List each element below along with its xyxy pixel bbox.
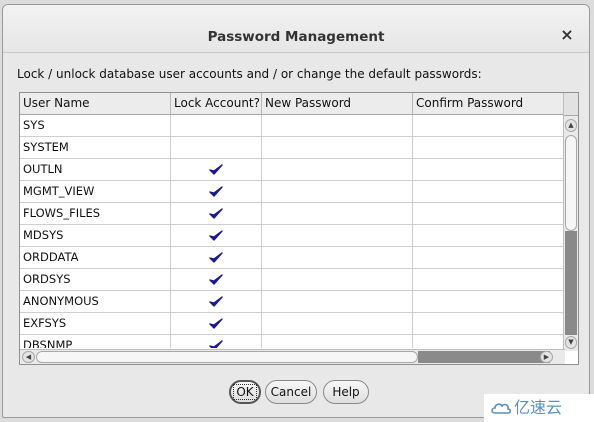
new-password-field[interactable] — [262, 335, 413, 348]
user-name-cell: SYS — [20, 115, 171, 136]
new-password-field[interactable] — [262, 247, 413, 268]
table-row[interactable]: OUTLN — [20, 159, 565, 181]
lock-account-checkbox[interactable] — [171, 137, 262, 158]
scroll-right-arrow-icon[interactable]: ▶ — [540, 351, 553, 363]
confirm-password-field[interactable] — [413, 269, 565, 290]
lock-account-checkbox[interactable] — [171, 291, 262, 312]
dialog-title: Password Management — [207, 29, 385, 45]
user-name-cell: ORDSYS — [20, 269, 171, 290]
user-name-cell: EXFSYS — [20, 313, 171, 334]
lock-account-checkbox[interactable] — [171, 269, 262, 290]
checkmark-icon — [209, 207, 223, 219]
checkmark-icon — [209, 251, 223, 263]
confirm-password-field[interactable] — [413, 115, 565, 136]
lock-account-checkbox[interactable] — [171, 159, 262, 180]
confirm-password-field[interactable] — [413, 137, 565, 158]
lock-account-checkbox[interactable] — [171, 313, 262, 334]
confirm-password-field[interactable] — [413, 203, 565, 224]
user-name-cell: SYSTEM — [20, 137, 171, 158]
checkmark-icon — [209, 273, 223, 285]
checkmark-icon — [209, 295, 223, 307]
column-header-confirm-password[interactable]: Confirm Password — [413, 93, 565, 114]
scroll-down-arrow-icon[interactable]: ▼ — [565, 336, 577, 349]
confirm-password-field[interactable] — [413, 181, 565, 202]
table-row[interactable]: SYS — [20, 115, 565, 137]
vertical-scroll-thumb[interactable] — [565, 135, 577, 231]
cancel-button[interactable]: Cancel — [265, 380, 317, 404]
horizontal-scroll-track[interactable] — [418, 351, 550, 363]
new-password-field[interactable] — [262, 181, 413, 202]
confirm-password-field[interactable] — [413, 159, 565, 180]
checkmark-icon — [209, 229, 223, 241]
close-icon[interactable]: × — [559, 27, 575, 43]
watermark-logo: 亿速云 — [484, 394, 594, 422]
table-row[interactable]: DBSNMP — [20, 335, 565, 348]
help-button[interactable]: Help — [323, 380, 369, 404]
user-name-cell: DBSNMP — [20, 335, 171, 348]
table-row[interactable]: FLOWS_FILES — [20, 203, 565, 225]
title-bar: Password Management × — [3, 5, 589, 53]
vertical-scroll-track[interactable] — [565, 231, 577, 335]
table-row[interactable]: EXFSYS — [20, 313, 565, 335]
user-name-cell: ANONYMOUS — [20, 291, 171, 312]
checkmark-icon — [209, 339, 223, 348]
new-password-field[interactable] — [262, 291, 413, 312]
column-header-lock-account[interactable]: Lock Account? — [171, 93, 262, 114]
lock-account-checkbox[interactable] — [171, 247, 262, 268]
new-password-field[interactable] — [262, 137, 413, 158]
checkmark-icon — [209, 185, 223, 197]
user-name-cell: ORDDATA — [20, 247, 171, 268]
cloud-icon — [491, 403, 512, 414]
column-header-user-name[interactable]: User Name — [20, 93, 171, 114]
vertical-scrollbar[interactable]: ▲ ▼ — [563, 93, 578, 351]
confirm-password-field[interactable] — [413, 335, 565, 348]
user-name-cell: MDSYS — [20, 225, 171, 246]
lock-account-checkbox[interactable] — [171, 335, 262, 348]
user-name-cell: FLOWS_FILES — [20, 203, 171, 224]
confirm-password-field[interactable] — [413, 291, 565, 312]
new-password-field[interactable] — [262, 203, 413, 224]
lock-account-checkbox[interactable] — [171, 203, 262, 224]
new-password-field[interactable] — [262, 269, 413, 290]
confirm-password-field[interactable] — [413, 225, 565, 246]
confirm-password-field[interactable] — [413, 313, 565, 334]
table-row[interactable]: ANONYMOUS — [20, 291, 565, 313]
table-row[interactable]: SYSTEM — [20, 137, 565, 159]
column-header-new-password[interactable]: New Password — [262, 93, 413, 114]
ok-button-label: OK — [233, 384, 257, 400]
lock-account-checkbox[interactable] — [171, 115, 262, 136]
new-password-field[interactable] — [262, 159, 413, 180]
watermark-text: 亿速云 — [514, 398, 563, 417]
table-row[interactable]: ORDSYS — [20, 269, 565, 291]
table-row[interactable]: MDSYS — [20, 225, 565, 247]
horizontal-scroll-thumb[interactable] — [36, 351, 418, 363]
users-table: User Name Lock Account? New Password Con… — [19, 92, 579, 365]
scroll-left-arrow-icon[interactable]: ◀ — [22, 351, 35, 363]
lock-account-checkbox[interactable] — [171, 181, 262, 202]
horizontal-scrollbar[interactable]: ◀ ▶ — [20, 349, 565, 364]
password-management-dialog: Password Management × Lock / unlock data… — [2, 4, 590, 418]
checkmark-icon — [209, 163, 223, 175]
user-name-cell: MGMT_VIEW — [20, 181, 171, 202]
table-header: User Name Lock Account? New Password Con… — [20, 93, 565, 115]
user-name-cell: OUTLN — [20, 159, 171, 180]
ok-button[interactable]: OK — [229, 380, 261, 404]
table-body: SYS SYSTEM OUTLN MGMT_VIEW FLOWS_FILES MDSYS O… — [20, 115, 565, 348]
new-password-field[interactable] — [262, 115, 413, 136]
lock-account-checkbox[interactable] — [171, 225, 262, 246]
table-row[interactable]: MGMT_VIEW — [20, 181, 565, 203]
confirm-password-field[interactable] — [413, 247, 565, 268]
scroll-up-arrow-icon[interactable]: ▲ — [565, 119, 577, 132]
instruction-text: Lock / unlock database user accounts and… — [17, 67, 482, 81]
scrollbar-corner — [564, 93, 578, 116]
checkmark-icon — [209, 317, 223, 329]
new-password-field[interactable] — [262, 225, 413, 246]
table-row[interactable]: ORDDATA — [20, 247, 565, 269]
new-password-field[interactable] — [262, 313, 413, 334]
